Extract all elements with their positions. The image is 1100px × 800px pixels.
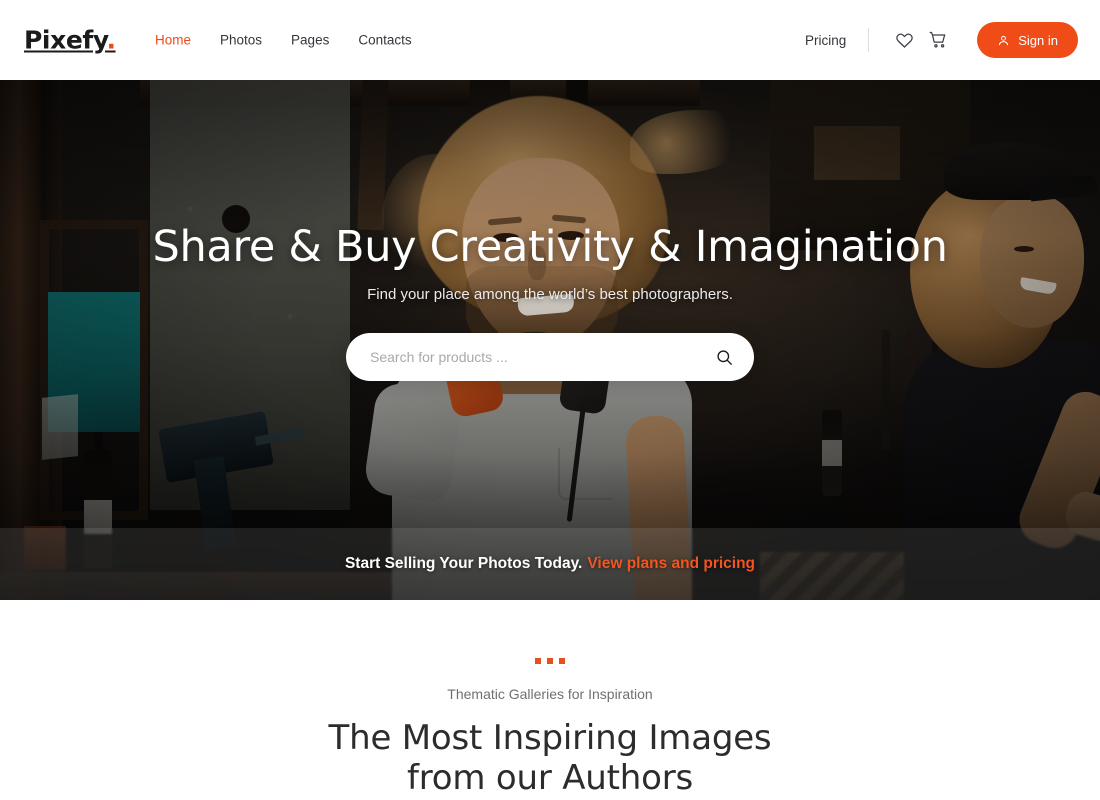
page-root: Pixefy. Home Photos Pages Contacts Prici… [0, 0, 1100, 800]
nav-item-contacts[interactable]: Contacts [358, 33, 411, 48]
section-title-line1: The Most Inspiring Images [328, 718, 772, 758]
cart-icon[interactable] [925, 27, 951, 53]
galleries-section: Thematic Galleries for Inspiration The M… [0, 600, 1100, 800]
logo-dot: . [106, 25, 116, 55]
section-eyebrow: Thematic Galleries for Inspiration [447, 686, 653, 702]
heart-icon[interactable] [891, 27, 917, 53]
nav-item-photos[interactable]: Photos [220, 33, 281, 48]
promo-banner: Start Selling Your Photos Today. View pla… [0, 528, 1100, 600]
sign-in-label: Sign in [1018, 32, 1058, 48]
hero-search-bar[interactable] [346, 333, 754, 381]
hero-title: Share & Buy Creativity & Imagination [152, 222, 948, 272]
nav-item-home[interactable]: Home [155, 33, 210, 48]
search-input[interactable] [346, 333, 754, 381]
main-navigation: Home Photos Pages Contacts [155, 33, 412, 48]
user-icon [999, 35, 1009, 45]
hero-content: Share & Buy Creativity & Imagination Fin… [0, 80, 1100, 600]
site-header: Pixefy. Home Photos Pages Contacts Prici… [0, 0, 1100, 80]
promo-text: Start Selling Your Photos Today. [344, 555, 583, 572]
hero-section: Share & Buy Creativity & Imagination Fin… [0, 80, 1100, 600]
hero-subtitle: Find your place among the world’s best p… [367, 286, 733, 303]
section-title-line2: from our Authors [406, 758, 694, 799]
pricing-link[interactable]: Pricing [805, 33, 846, 48]
sign-in-button[interactable]: Sign in [977, 22, 1078, 58]
section-title: The Most Inspiring Images from our Autho… [329, 718, 772, 798]
section-dots-ornament [535, 658, 565, 664]
logo-text: Pixefy [24, 25, 107, 55]
header-actions: Pricing Sign in [805, 22, 1078, 58]
site-logo[interactable]: Pixefy. [24, 26, 116, 55]
header-divider [868, 28, 870, 52]
nav-item-pages[interactable]: Pages [291, 33, 348, 48]
promo-text-wrap: Start Selling Your Photos Today. View pla… [345, 555, 755, 573]
search-icon[interactable] [712, 345, 736, 369]
promo-link[interactable]: View plans and pricing [587, 555, 755, 572]
